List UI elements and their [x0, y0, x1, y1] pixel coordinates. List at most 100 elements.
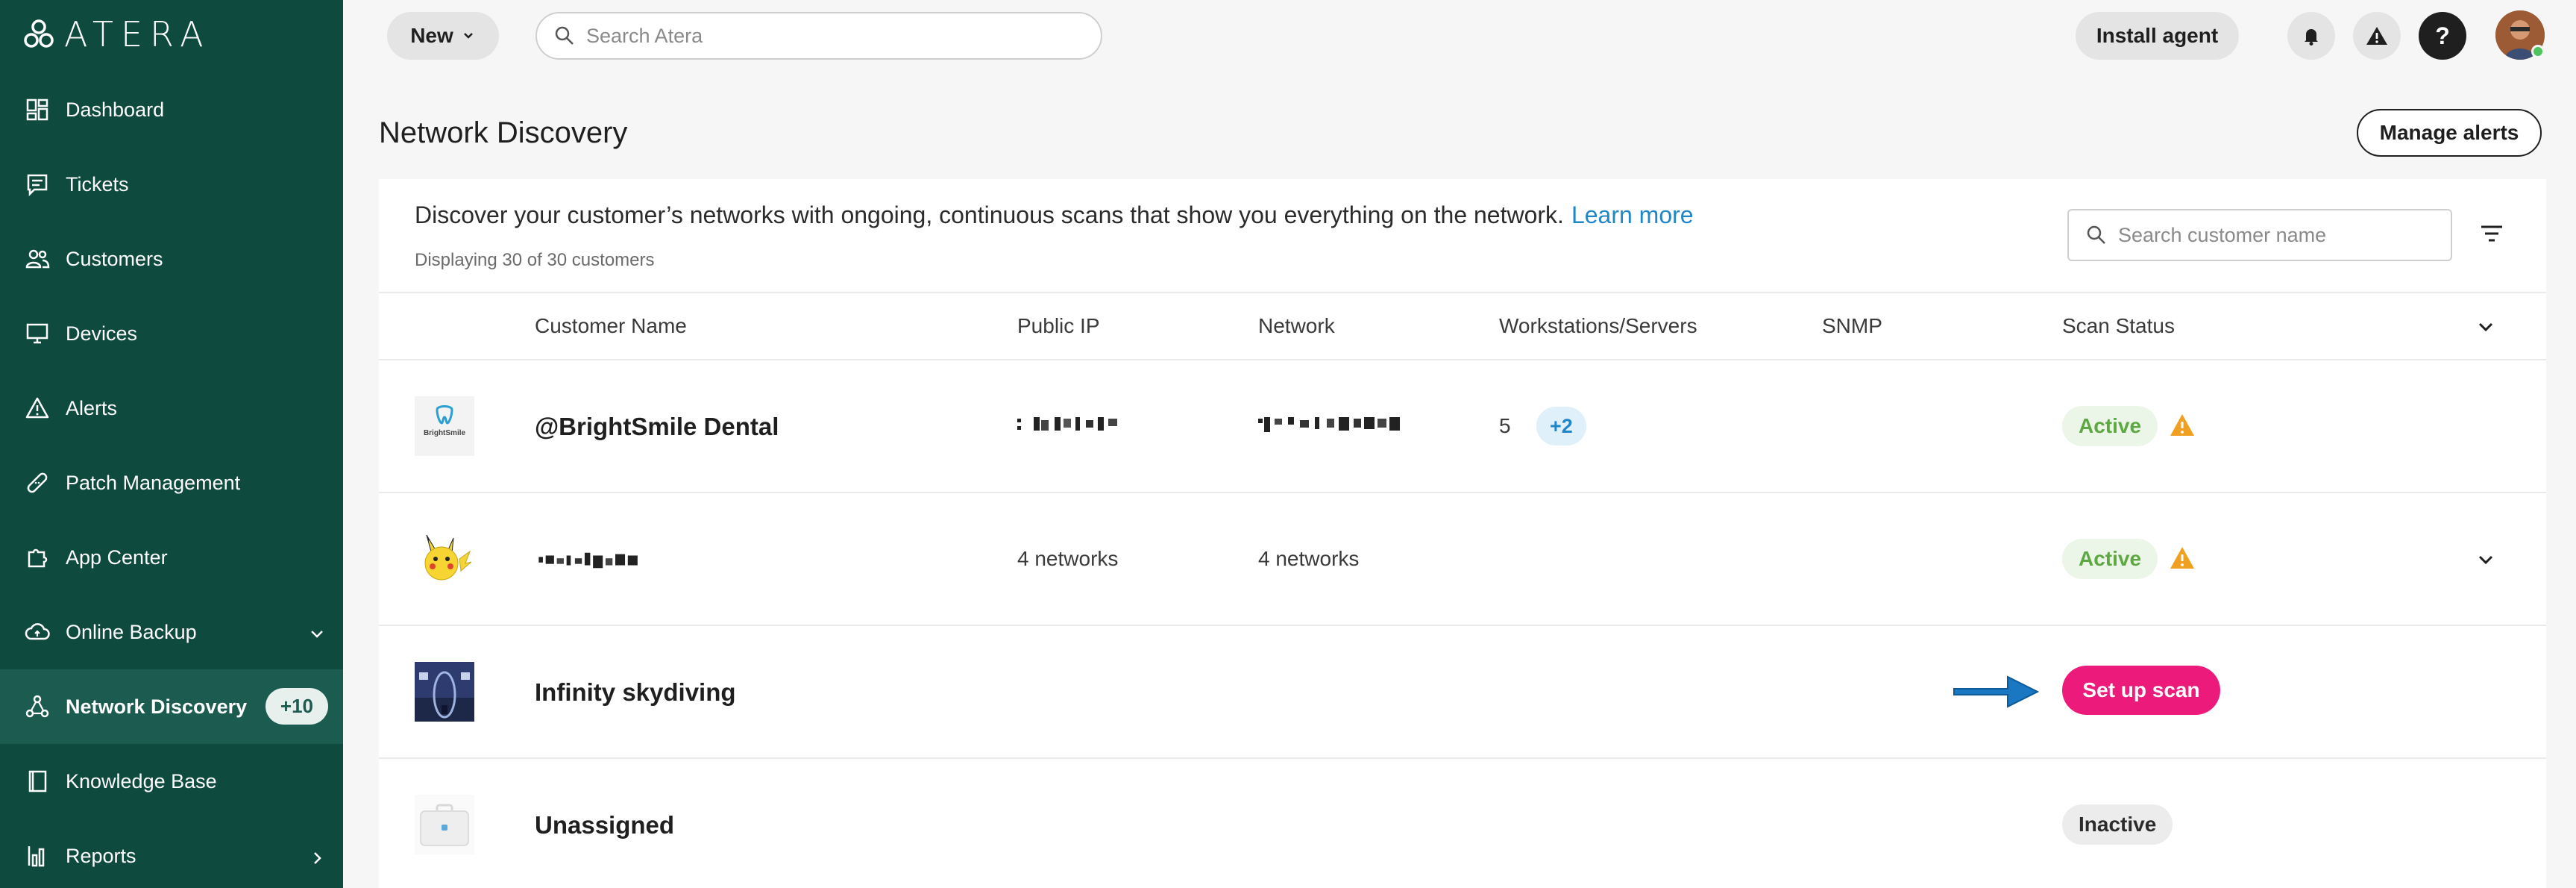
sidebar-item-online-backup[interactable]: Online Backup [0, 595, 343, 669]
chevron-down-icon[interactable] [2475, 316, 2497, 338]
sidebar-item-customers[interactable]: Customers [0, 222, 343, 296]
warning-icon[interactable] [2169, 545, 2196, 571]
sidebar-item-label: Network Discovery [66, 695, 248, 718]
sidebar-item-dashboard[interactable]: Dashboard [0, 72, 343, 147]
chevron-down-icon[interactable] [307, 625, 327, 644]
customer-logo [415, 662, 474, 722]
skydiving-logo-icon [415, 662, 474, 722]
sidebar-item-label: Online Backup [66, 620, 197, 643]
reports-icon [24, 842, 51, 869]
app-center-icon [24, 544, 51, 571]
pikachu-avatar-icon [424, 534, 472, 581]
manage-alerts-button[interactable]: Manage alerts [2357, 109, 2542, 157]
network-redacted [1258, 417, 1400, 432]
brightsmile-logo-icon: BrightSmile [424, 405, 466, 437]
online-status-dot [2531, 45, 2545, 58]
sidebar-item-label: Dashboard [66, 98, 165, 121]
sidebar-item-label: Alerts [66, 396, 118, 419]
servers-count-badge[interactable]: +2 [1536, 407, 1586, 445]
customer-logo [415, 529, 474, 589]
bell-icon [2305, 29, 2318, 46]
sidebar-item-knowledge-base[interactable]: Knowledge Base [0, 744, 343, 819]
column-header-snmp[interactable]: SNMP [1822, 314, 1882, 338]
filter-icon[interactable] [2479, 221, 2504, 246]
status-badge: Active [2062, 406, 2158, 446]
arrow-right-icon [1953, 675, 2040, 708]
atera-logo-text: ATERA [64, 14, 211, 54]
new-button-label: New [410, 24, 453, 47]
learn-more-link[interactable]: Learn more [1571, 201, 1694, 228]
sidebar-nav: Dashboard Tickets Customers Devices Aler… [0, 72, 343, 888]
workstation-count: 5 [1499, 414, 1511, 437]
devices-icon [24, 320, 51, 347]
public-ip-cell: 4 networks [1017, 547, 1119, 570]
sidebar-item-label: Tickets [66, 172, 129, 196]
table-row[interactable]: BrightSmile @BrightSmile Dental 5 +2 Act… [379, 360, 2546, 493]
sidebar-item-label: Reports [66, 844, 136, 867]
sidebar: ATERA Dashboard Tickets Customers Device… [0, 0, 343, 888]
sidebar-item-label: Devices [66, 322, 138, 345]
customer-search-input[interactable] [2118, 223, 2446, 247]
public-ip-redacted [1017, 417, 1117, 431]
briefcase-icon [415, 795, 474, 854]
chevron-down-icon[interactable] [2475, 548, 2497, 571]
alerts-button[interactable] [2353, 12, 2401, 60]
sidebar-item-network-discovery[interactable]: Network Discovery +10 [0, 669, 343, 744]
customer-name[interactable]: Infinity skydiving [535, 678, 736, 707]
chevron-right-icon[interactable] [307, 848, 327, 868]
sidebar-item-label: Knowledge Base [66, 769, 217, 792]
status-badge: Active [2062, 539, 2158, 579]
customer-name[interactable]: Unassigned [535, 811, 674, 839]
sidebar-item-tickets[interactable]: Tickets [0, 147, 343, 222]
sidebar-item-patch-management[interactable]: Patch Management [0, 445, 343, 520]
patch-icon [24, 469, 51, 496]
customer-name[interactable]: @BrightSmile Dental [535, 413, 779, 441]
customers-icon [24, 246, 51, 272]
notifications-button[interactable] [2287, 12, 2335, 60]
help-button[interactable]: ? [2419, 12, 2466, 60]
column-header-scan-status[interactable]: Scan Status [2062, 314, 2175, 338]
new-button[interactable]: New [387, 12, 499, 60]
network-cell: 4 networks [1258, 547, 1360, 570]
install-agent-button[interactable]: Install agent [2076, 12, 2239, 60]
set-up-scan-button[interactable]: Set up scan [2062, 666, 2220, 715]
brightsmile-logo-text: BrightSmile [424, 429, 466, 437]
table-row[interactable]: Infinity skydiving Set up scan [379, 626, 2546, 759]
atera-logo-icon [24, 19, 54, 48]
tickets-icon [24, 171, 51, 198]
sidebar-item-app-center[interactable]: App Center [0, 520, 343, 595]
cloud-backup-icon [24, 619, 51, 645]
column-header-network[interactable]: Network [1258, 314, 1335, 338]
customer-logo: BrightSmile [415, 396, 474, 456]
warning-icon [2366, 27, 2387, 45]
page-title: Network Discovery [379, 116, 628, 149]
sidebar-item-alerts[interactable]: Alerts [0, 371, 343, 445]
customer-name-redacted [538, 552, 638, 569]
table-row[interactable]: Unassigned Inactive [379, 759, 2546, 888]
displaying-count: Displaying 30 of 30 customers [415, 250, 655, 270]
column-header-workstations[interactable]: Workstations/Servers [1499, 314, 1697, 338]
network-icon [24, 693, 51, 720]
sidebar-item-label: Patch Management [66, 471, 241, 494]
question-icon: ? [2435, 22, 2450, 49]
table-row[interactable]: 4 networks 4 networks Active [379, 493, 2546, 626]
atera-logo[interactable]: ATERA [22, 14, 211, 54]
intro-text: Discover your customer’s networks with o… [415, 201, 1694, 229]
intro-description: Discover your customer’s networks with o… [415, 201, 1564, 228]
warning-icon[interactable] [2169, 413, 2196, 438]
search-icon [555, 26, 574, 45]
top-bar: New Install agent ? [343, 0, 2576, 71]
column-header-public-ip[interactable]: Public IP [1017, 314, 1100, 338]
search-icon [2087, 225, 2105, 244]
global-search-input[interactable] [586, 24, 1034, 48]
network-discovery-card: Discover your customer’s networks with o… [379, 179, 2546, 888]
sidebar-item-reports[interactable]: Reports [0, 819, 343, 888]
book-icon [24, 768, 51, 795]
global-search[interactable] [535, 12, 1102, 60]
network-discovery-badge: +10 [265, 688, 328, 725]
chevron-down-icon [463, 33, 473, 39]
customer-search[interactable] [2067, 209, 2452, 261]
column-header-customer-name[interactable]: Customer Name [535, 314, 687, 338]
customer-logo [415, 795, 474, 854]
sidebar-item-devices[interactable]: Devices [0, 296, 343, 371]
